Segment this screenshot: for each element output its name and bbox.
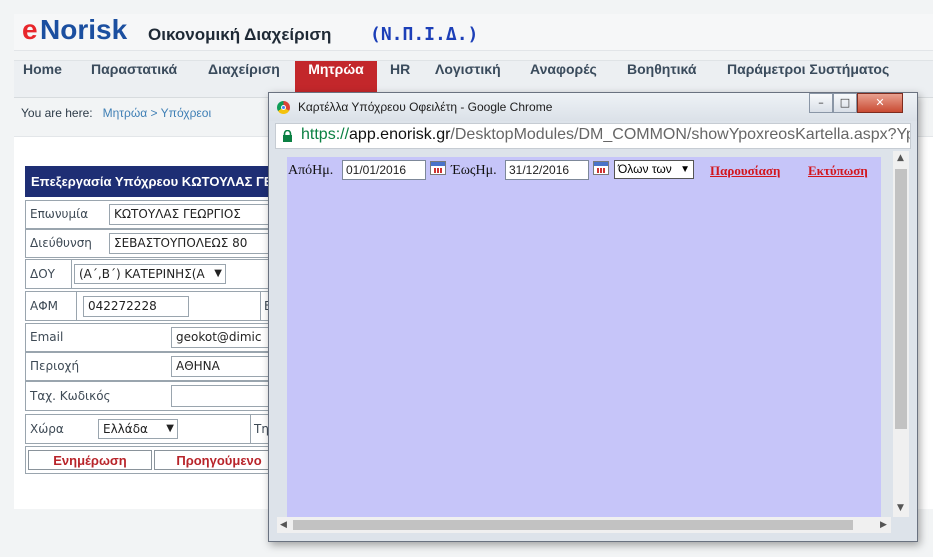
breadcrumb-debtors[interactable]: Υπόχρεοι	[161, 106, 211, 120]
update-button[interactable]: Ενημέρωση	[28, 450, 152, 470]
maximize-icon[interactable]: □	[833, 93, 857, 113]
phone-label: Τη	[254, 422, 269, 436]
breadcrumb: You are here: Μητρώα > Υπόχρεοι	[21, 106, 211, 120]
app-subtitle: Οικονομική Διαχείριση	[148, 25, 332, 44]
scroll-right-icon[interactable]: ▶	[880, 520, 887, 530]
calendar-icon[interactable]	[430, 161, 446, 175]
row-region: Περιοχή ΑΘΗΝΑ	[25, 352, 275, 381]
url-host: app.enorisk.gr	[349, 126, 451, 143]
form-header: Επεξεργασία Υπόχρεου ΚΩΤΟΥΛΑΣ ΓΕΩΡΓΙΟΣ	[25, 166, 275, 197]
cell-divider	[260, 292, 261, 320]
popup-content: ΑπόΗμ. 01/01/2016 ΈωςΗμ. 31/12/2016 Όλων…	[287, 157, 881, 517]
url-scheme: https://	[301, 126, 350, 143]
address-label: Διεύθυνση	[30, 236, 92, 250]
horizontal-scroll-thumb[interactable]	[293, 520, 853, 530]
address-input[interactable]: ΣΕΒΑΣΤΟΥΠΟΛΕΩΣ 80	[109, 233, 273, 254]
lock-icon	[283, 130, 292, 142]
email-label: Email	[30, 330, 64, 344]
nav-documents[interactable]: Παραστατικά	[91, 61, 177, 97]
filter-select[interactable]: Όλων των ▼	[614, 160, 694, 179]
vertical-scrollbar[interactable]: ▲ ▼	[893, 151, 909, 517]
form-actions: Ενημέρωση Προηγούμενο	[25, 446, 284, 474]
row-doy: ΔΟΥ (Α΄,Β΄) ΚΑΤΕΡΙΝΗΣ(Α ▼	[25, 259, 275, 289]
row-zip: Ταχ. Κωδικός	[25, 381, 275, 411]
logo-name: Norisk	[40, 14, 128, 45]
cell-divider	[250, 415, 251, 443]
app-page: e Norisk Οικονομική Διαχείριση (Ν.Π.Ι.Δ.…	[0, 0, 933, 557]
org-label: (Ν.Π.Ι.Δ.)	[370, 24, 479, 45]
row-email: Email geokot@dimic	[25, 323, 275, 352]
country-label: Χώρα	[30, 422, 64, 436]
chrome-icon	[277, 101, 290, 114]
afm-label: ΑΦΜ	[30, 299, 59, 313]
to-date-input[interactable]: 31/12/2016	[505, 160, 589, 180]
zip-input[interactable]	[171, 385, 273, 407]
filter-value: Όλων των	[618, 162, 672, 176]
row-afm: ΑΦΜ 042272228 Ε	[25, 291, 275, 321]
cell-divider	[71, 260, 72, 288]
row-address: Διεύθυνση ΣΕΒΑΣΤΟΥΠΟΛΕΩΣ 80	[25, 229, 275, 258]
scroll-down-icon[interactable]: ▼	[897, 503, 904, 513]
country-select[interactable]: Ελλάδα ▼	[98, 419, 178, 439]
vertical-scroll-thumb[interactable]	[895, 169, 907, 429]
zip-label: Ταχ. Κωδικός	[30, 389, 111, 403]
logo-e: e	[22, 14, 38, 45]
chevron-down-icon: ▼	[680, 164, 690, 175]
brand-bar: e Norisk Οικονομική Διαχείριση (Ν.Π.Ι.Δ.…	[14, 14, 933, 51]
breadcrumb-sep: >	[150, 106, 158, 120]
print-link[interactable]: Εκτύπωση	[808, 163, 868, 179]
scroll-up-icon[interactable]: ▲	[897, 153, 904, 163]
calendar-icon[interactable]	[593, 161, 609, 175]
from-date-input[interactable]: 01/01/2016	[342, 160, 426, 180]
popup-title: Καρτέλλα Υπόχρεου Οφειλέτη - Google Chro…	[298, 100, 553, 114]
doy-value: (Α΄,Β΄) ΚΑΤΕΡΙΝΗΣ(Α	[79, 267, 205, 281]
name-label: Επωνυμία	[30, 207, 89, 221]
doy-select[interactable]: (Α΄,Β΄) ΚΑΤΕΡΙΝΗΣ(Α ▼	[74, 264, 226, 284]
chevron-down-icon: ▼	[166, 423, 174, 434]
url-text: https://app.enorisk.gr/DesktopModules/DM…	[301, 126, 911, 144]
close-icon[interactable]: ✕	[857, 93, 903, 113]
afm-input[interactable]: 042272228	[83, 296, 189, 317]
breadcrumb-prefix: You are here:	[21, 106, 93, 120]
from-date-label: ΑπόΗμ.	[288, 163, 334, 178]
previous-button[interactable]: Προηγούμενο	[154, 450, 284, 470]
popup-titlebar[interactable]: Καρτέλλα Υπόχρεου Οφειλέτη - Google Chro…	[269, 93, 917, 121]
name-input[interactable]: ΚΩΤΟΥΛΑΣ ΓΕΩΡΓΙΟΣ	[109, 204, 273, 225]
to-date-label: ΈωςΗμ.	[451, 163, 497, 178]
doy-label: ΔΟΥ	[30, 267, 55, 281]
url-path: /DesktopModules/DM_COMMON/showYpoxreosKa…	[450, 126, 911, 143]
chevron-down-icon: ▼	[214, 268, 222, 279]
country-value: Ελλάδα	[103, 422, 148, 436]
horizontal-scrollbar[interactable]: ◀ ▶	[277, 517, 891, 533]
address-bar[interactable]: https://app.enorisk.gr/DesktopModules/DM…	[275, 123, 911, 149]
row-name: Επωνυμία ΚΩΤΟΥΛΑΣ ΓΕΩΡΓΙΟΣ	[25, 200, 275, 229]
nav-home[interactable]: Home	[23, 61, 62, 97]
popup-window: Καρτέλλα Υπόχρεου Οφειλέτη - Google Chro…	[268, 92, 918, 542]
show-link[interactable]: Παρουσίαση	[710, 163, 780, 179]
row-country: Χώρα Ελλάδα ▼ Τη	[25, 414, 275, 444]
cell-divider	[76, 292, 77, 320]
breadcrumb-registries[interactable]: Μητρώα	[103, 106, 148, 120]
minimize-icon[interactable]: –	[809, 93, 833, 113]
region-label: Περιοχή	[30, 359, 80, 373]
email-input[interactable]: geokot@dimic	[171, 327, 273, 348]
region-input[interactable]: ΑΘΗΝΑ	[171, 356, 273, 377]
scroll-left-icon[interactable]: ◀	[280, 520, 287, 530]
